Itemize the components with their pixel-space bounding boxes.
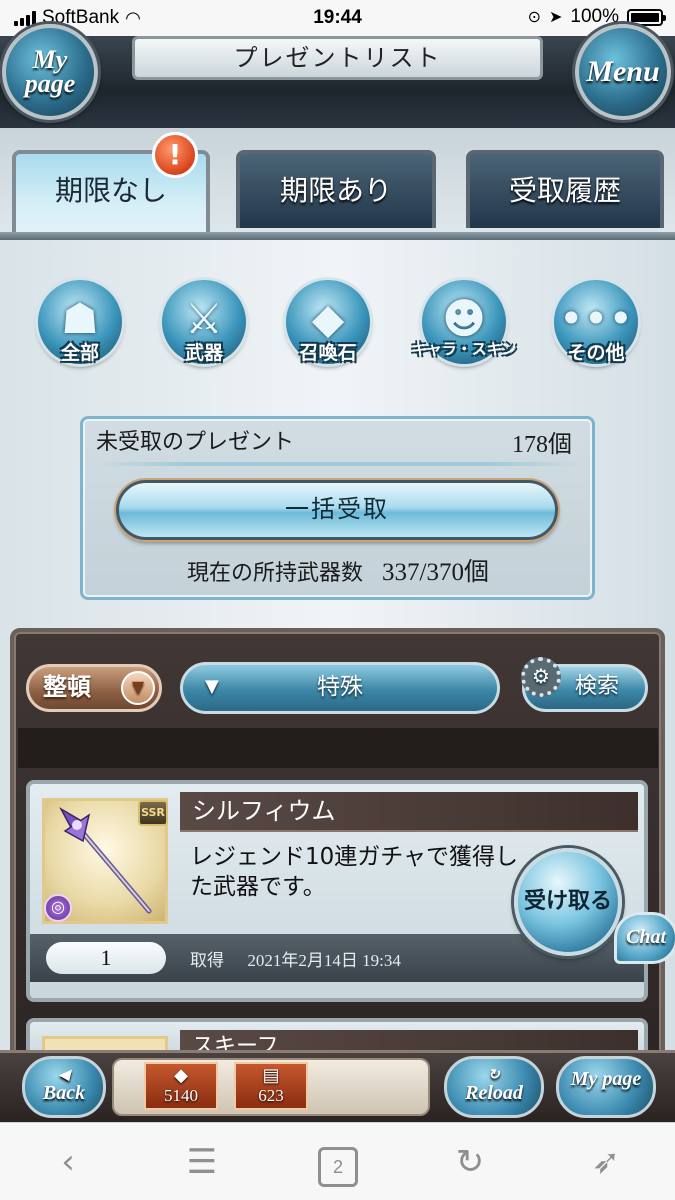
browser-tabs-button[interactable]: 2 [308, 1140, 368, 1187]
rocket-icon[interactable]: ➶ [576, 1140, 636, 1184]
battery-icon [627, 8, 666, 26]
mypage-footer-button[interactable]: My page [556, 1056, 656, 1118]
unreceived-row: 未受取のプレゼント 178個 [96, 424, 580, 460]
gear-icon: ⚙ [521, 657, 561, 697]
category-character-skin[interactable]: ☻ キャラ・スキン [408, 270, 520, 380]
search-button[interactable]: ⚙ 検索 [521, 657, 648, 712]
category-label: 召喚石 [299, 342, 357, 364]
summon-stone-icon: ◆ [311, 294, 345, 343]
weapon-count-value: 337/370個 [382, 559, 489, 586]
tab-limited[interactable]: 期限あり [236, 150, 436, 228]
list-spacer [18, 728, 658, 768]
mypage-button[interactable]: My page [2, 24, 98, 120]
status-right: ⊙ ➤ 100% [527, 6, 666, 28]
browser-back-icon[interactable]: ‹ [38, 1140, 98, 1184]
category-label: 武器 [184, 342, 223, 364]
crystal-counter[interactable]: ◆ 5140 [144, 1062, 218, 1110]
category-summon-stone[interactable]: ◆ 召喚石 [272, 270, 384, 380]
reload-icon: ↻ [488, 1068, 500, 1083]
weapon-count-label: 現在の所持武器数 [187, 561, 364, 586]
other-icon: ••• [558, 294, 634, 343]
location-icon: ➤ [548, 9, 563, 26]
dropdown-triangle-icon: ▼ [205, 676, 219, 697]
menu-button[interactable]: Menu [575, 24, 671, 120]
tab-history[interactable]: 受取履歴 [466, 150, 664, 228]
crystal-icon: ◆ [174, 1065, 188, 1085]
crystal-count: 5140 [164, 1086, 198, 1105]
weapon-count-row: 現在の所持武器数 337/370個 [96, 552, 580, 588]
character-skin-icon: ☻ [442, 294, 486, 343]
acquired-date: 2021年2月14日 19:34 [247, 951, 401, 970]
tab-count: 2 [318, 1147, 358, 1187]
reload-button[interactable]: ↻ Reload [444, 1056, 544, 1118]
chat-button[interactable]: Chat [614, 912, 675, 964]
back-button[interactable]: ◀ Back [22, 1056, 106, 1118]
category-weapon[interactable]: ⚔ 武器 [148, 270, 260, 380]
receive-button[interactable]: 受け取る [514, 848, 622, 956]
ticket-count: 623 [258, 1086, 284, 1105]
receive-all-button[interactable]: 一括受取 [116, 480, 558, 540]
ticket-counter[interactable]: ▤ 623 [234, 1062, 308, 1110]
weapon-icon: ⚔ [185, 294, 223, 343]
search-label: 検索 [574, 674, 619, 699]
status-bar: SoftBank ◠ 19:44 ⊙ ➤ 100% [0, 0, 675, 36]
item-name: シルフィウム [180, 792, 638, 832]
wind-element-icon: ◎ [44, 894, 72, 922]
ticket-icon: ▤ [262, 1065, 280, 1085]
acquired-info: 取得 2021年2月14日 19:34 [190, 946, 401, 971]
item-quantity: 1 [46, 942, 166, 974]
category-label: 全部 [60, 342, 99, 364]
unreceived-label: 未受取のプレゼント [96, 430, 295, 455]
rarity-badge: SSR [138, 800, 168, 826]
tab-divider [0, 232, 675, 240]
category-other[interactable]: ••• その他 [540, 270, 652, 380]
filter-select[interactable]: ▼ 特殊 [180, 662, 500, 714]
back-label: Back [42, 1082, 86, 1104]
category-label: キャラ・スキン [411, 340, 517, 358]
sort-label: 整頓 [43, 673, 91, 701]
category-label: その他 [567, 342, 625, 364]
back-arrow-icon: ◀ [58, 1068, 70, 1083]
category-all[interactable]: ☗ 全部 [24, 270, 136, 380]
sort-button[interactable]: 整頓 ▼ [26, 664, 162, 712]
unreceived-count: 178個 [512, 432, 572, 458]
orientation-lock-icon: ⊙ [527, 9, 541, 26]
acquired-label: 取得 [190, 951, 224, 971]
alert-badge: ! [152, 132, 198, 178]
page-title: プレゼントリスト [132, 36, 543, 80]
all-icon: ☗ [61, 294, 99, 343]
item-description: レジェンド10連ガチャで獲得した武器です。 [190, 844, 519, 900]
browser-menu-icon[interactable]: ☰ [172, 1140, 232, 1184]
browser-reload-icon[interactable]: ↻ [440, 1140, 500, 1184]
chevron-down-icon: ▼ [121, 671, 155, 705]
filter-value: 特殊 [317, 674, 363, 700]
reload-label: Reload [465, 1082, 523, 1104]
divider [96, 462, 580, 466]
